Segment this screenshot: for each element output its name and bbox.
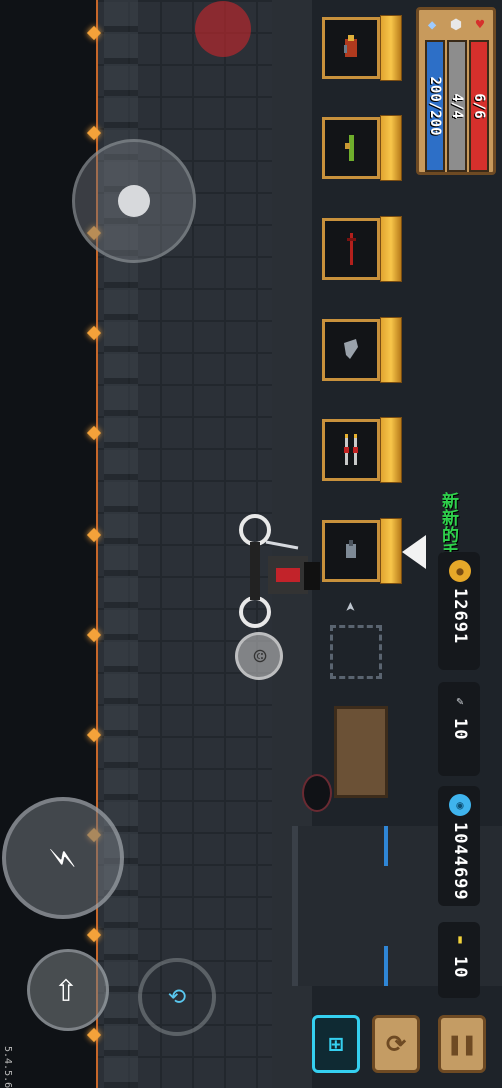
- tickets-counter: ▮ 10: [440, 928, 480, 978]
- weapon-case-6[interactable]: [322, 520, 380, 582]
- attack-button[interactable]: ⚡: [2, 797, 124, 919]
- green-gun-icon: [345, 135, 354, 161]
- status-panel: ◆ ⬢ ♥ 200/200 4/4 6/6: [416, 7, 496, 175]
- pause-icon: ❚❚: [447, 1030, 477, 1058]
- weapon-case-6-base: [380, 518, 402, 584]
- arrow-left-icon: ⇦: [45, 977, 91, 1003]
- tickets-value: 10: [450, 956, 470, 979]
- pause-button[interactable]: ❚❚: [438, 1015, 486, 1073]
- material-value: 10: [450, 718, 470, 741]
- movement-joystick[interactable]: [72, 139, 196, 263]
- joystick-knob[interactable]: [118, 185, 150, 217]
- pistol-icon: [346, 540, 356, 558]
- mech-weapon-icon: [344, 35, 357, 57]
- hp-bar: 6/6: [469, 40, 489, 172]
- feather-icon: ✎: [456, 694, 464, 708]
- armor-value: 4/4: [449, 93, 465, 119]
- emote-button[interactable]: ☺: [235, 632, 283, 680]
- weapon-case-5[interactable]: [322, 419, 380, 481]
- selection-pointer-icon: [402, 535, 426, 569]
- minimap-marker: [195, 1, 251, 57]
- skill-button[interactable]: ⟲: [138, 958, 216, 1036]
- energy-bar: 200/200: [425, 40, 445, 172]
- energy-diamond-icon: ◆: [427, 17, 437, 33]
- status-icons: ◆ ⬢ ♥: [421, 12, 491, 38]
- gate-light: [384, 826, 388, 866]
- ticket-icon: ▮: [456, 932, 464, 946]
- energy-value: 200/200: [427, 76, 443, 136]
- weapon-case-3-base: [380, 216, 402, 282]
- weapon-case-2-base: [380, 115, 402, 181]
- arrow-up-icon: ➤: [340, 601, 362, 612]
- refresh-icon: ⟳: [385, 1030, 407, 1058]
- skill-icon: ⟲: [167, 984, 187, 1010]
- weapon-case-2[interactable]: [322, 117, 380, 179]
- armor-bar: 4/4: [447, 40, 467, 172]
- twin-spears-icon: [344, 434, 358, 465]
- gold-coin-icon: ●: [449, 560, 471, 582]
- gate-light: [384, 946, 388, 986]
- left-wall: [0, 0, 96, 1088]
- swap-weapon-button[interactable]: ⇦: [27, 949, 109, 1031]
- spider-pet: [302, 774, 332, 812]
- material-counter: ✎ 10: [440, 690, 480, 740]
- player-knight-motorcycle[interactable]: [238, 512, 328, 630]
- claw-weapon-icon: [344, 339, 358, 359]
- gold-value: 12691: [450, 588, 470, 645]
- weapon-case-3[interactable]: [322, 218, 380, 280]
- weapon-case-4-base: [380, 317, 402, 383]
- hp-value: 6/6: [471, 93, 487, 119]
- gamepad-button[interactable]: ⊞: [312, 1015, 360, 1073]
- red-staff-icon: [347, 233, 356, 265]
- weapon-case-1[interactable]: [322, 17, 380, 79]
- gold-counter: ● 12691: [440, 560, 480, 644]
- version-label: 5.4.5.6: [2, 1046, 13, 1088]
- shield-icon: ⬢: [449, 17, 463, 33]
- interact-target-frame: [330, 625, 382, 679]
- weapon-case-4[interactable]: [322, 319, 380, 381]
- claw-slash-icon: ⚡: [41, 846, 85, 870]
- weapon-case-5-base: [380, 417, 402, 483]
- gems-counter: ◉ 1044699: [440, 794, 480, 901]
- heart-icon: ♥: [475, 17, 485, 33]
- refresh-button[interactable]: ⟳: [372, 1015, 420, 1073]
- gems-value: 1044699: [450, 822, 470, 901]
- bookshelf[interactable]: [334, 706, 388, 798]
- weapon-case-1-base: [380, 15, 402, 81]
- gem-icon: ◉: [449, 794, 471, 816]
- gamepad-icon: ⊞: [328, 1030, 344, 1058]
